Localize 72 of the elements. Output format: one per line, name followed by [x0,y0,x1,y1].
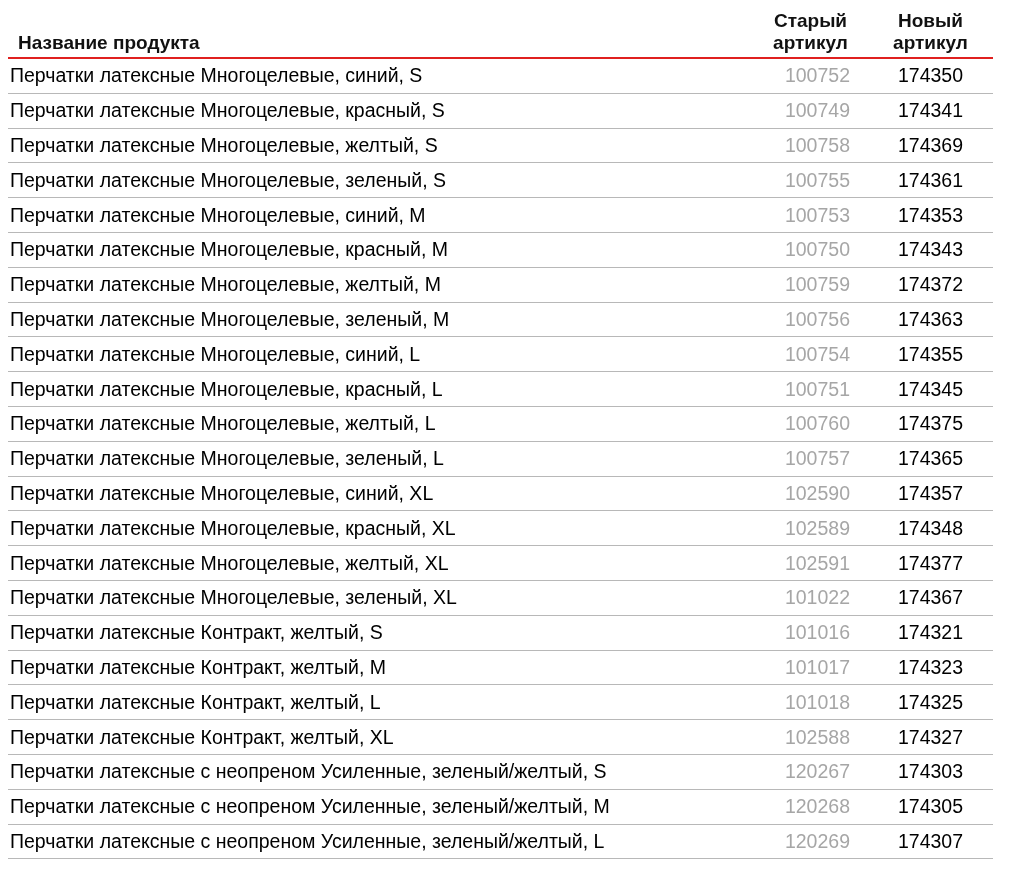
new-article-cell: 174307 [868,824,993,860]
product-name-cell: Перчатки латексные с неопреном Усиленные, зеленый/желтый, M [8,789,753,825]
new-article-cell: 174325 [868,685,993,721]
product-name-cell: Перчатки латексные Многоцелевые, зеленый, XL [8,580,753,616]
old-article-cell: 102590 [753,476,868,512]
product-name-cell: Перчатки латексные Контракт, желтый, L [8,685,753,721]
product-name-cell: Перчатки латексные Многоцелевые, зеленый, M [8,302,753,338]
new-article-cell: 174343 [868,233,993,268]
product-name-cell: Перчатки латексные Многоцелевые, красный, XL [8,511,753,547]
product-name-cell: Перчатки латексные Многоцелевые, желтый, M [8,267,753,303]
product-name-cell: Перчатки латексные Многоцелевые, зеленый, S [8,163,753,199]
old-article-cell: 120269 [753,824,868,860]
old-article-cell: 100757 [753,441,868,477]
product-name-cell: Перчатки латексные Многоцелевые, красный, L [8,372,753,407]
old-article-cell: 120268 [753,789,868,825]
column-header: Старый артикул [773,10,848,54]
old-article-cell: 101016 [753,615,868,651]
product-name-cell: Перчатки латексные Многоцелевые, красный, S [8,93,753,129]
new-article-cell: 174375 [868,406,993,442]
new-article-cell: 174305 [868,789,993,825]
product-name-cell: Перчатки латексные Многоцелевые, синий, L [8,337,753,373]
old-article-cell: 100751 [753,372,868,407]
old-article-cell: 100750 [753,233,868,268]
new-article-cell: 174303 [868,754,993,790]
product-name-cell: Перчатки латексные с неопреном Усиленные, зеленый/желтый, L [8,824,753,860]
product-name-cell: Перчатки латексные Многоцелевые, красный, M [8,233,753,268]
old-article-cell: 120267 [753,754,868,790]
old-article-cell: 100749 [753,93,868,129]
product-name-cell: Перчатки латексные Многоцелевые, желтый, XL [8,546,753,581]
old-article-cell: 100754 [753,337,868,373]
old-article-cell: 100756 [753,302,868,338]
product-name-cell: Перчатки латексные Многоцелевые, желтый, S [8,128,753,164]
old-article-cell: 100760 [753,406,868,442]
product-name-cell: Перчатки латексные Многоцелевые, желтый, L [8,406,753,442]
new-article-cell: 174369 [868,128,993,164]
new-article-cell: 174341 [868,93,993,129]
old-article-cell: 102591 [753,546,868,581]
new-article-cell: 174348 [868,511,993,547]
column-header: Название продукта [18,32,200,54]
new-article-cell: 174367 [868,580,993,616]
new-article-cell: 174327 [868,720,993,755]
old-article-cell: 101018 [753,685,868,721]
new-article-cell: 174323 [868,650,993,686]
old-article-cell: 102588 [753,720,868,755]
product-name-cell: Перчатки латексные Многоцелевые, зеленый, L [8,441,753,477]
new-article-cell: 174363 [868,302,993,338]
old-article-cell: 102589 [753,511,868,547]
old-article-cell: 100758 [753,128,868,164]
product-name-cell: Перчатки латексные Многоцелевые, синий, S [8,59,753,94]
old-article-cell: 100755 [753,163,868,199]
new-article-cell: 174372 [868,267,993,303]
product-name-cell: Перчатки латексные Многоцелевые, синий, XL [8,476,753,512]
new-article-cell: 174350 [868,59,993,94]
new-article-cell: 174355 [868,337,993,373]
product-name-cell: Перчатки латексные Контракт, желтый, M [8,650,753,686]
old-article-cell: 100752 [753,59,868,94]
new-article-cell: 174345 [868,372,993,407]
new-article-cell: 174353 [868,198,993,233]
old-article-cell: 100759 [753,267,868,303]
product-name-cell: Перчатки латексные Многоцелевые, синий, M [8,198,753,233]
old-article-cell: 101017 [753,650,868,686]
product-name-cell: Перчатки латексные Контракт, желтый, XL [8,720,753,755]
old-article-cell: 101022 [753,580,868,616]
new-article-cell: 174357 [868,476,993,512]
new-article-cell: 174365 [868,441,993,477]
new-article-cell: 174377 [868,546,993,581]
new-article-cell: 174361 [868,163,993,199]
column-header: Новый артикул [893,10,968,54]
old-article-cell: 100753 [753,198,868,233]
new-article-cell: 174321 [868,615,993,651]
product-name-cell: Перчатки латексные с неопреном Усиленные, зеленый/желтый, S [8,754,753,790]
product-name-cell: Перчатки латексные Контракт, желтый, S [8,615,753,651]
